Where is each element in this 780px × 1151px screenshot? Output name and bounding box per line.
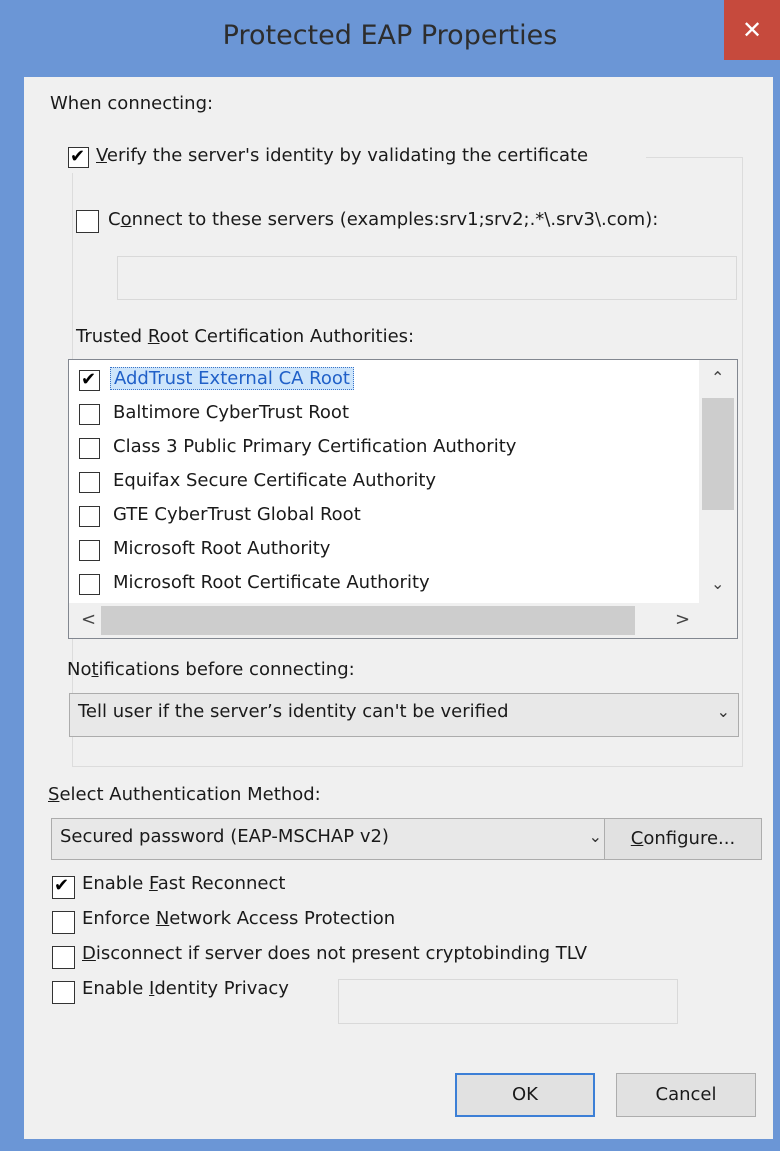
- enforce-nap-option[interactable]: Enforce Network Access Protection: [52, 908, 652, 938]
- vertical-scrollbar[interactable]: ⌃ ⌄: [699, 360, 737, 603]
- configure-button[interactable]: Configure...: [604, 818, 762, 860]
- scroll-down-icon[interactable]: ⌄: [711, 576, 724, 592]
- authority-checkbox[interactable]: [79, 369, 100, 391]
- authority-name: Equifax Secure Certificate Authority: [113, 470, 437, 491]
- close-button[interactable]: ✕: [724, 0, 780, 60]
- fast-reconnect-checkbox[interactable]: [52, 875, 75, 899]
- auth-method-dropdown-value: Secured password (EAP-MSCHAP v2): [60, 826, 389, 847]
- enforce-nap-label: Enforce Network Access Protection: [82, 908, 396, 929]
- notifications-label: Notifications before connecting:: [67, 659, 355, 680]
- chevron-down-icon: ⌄: [588, 827, 602, 846]
- connect-servers-label: Connect to these servers (examples:srv1;…: [108, 209, 659, 230]
- identity-privacy-checkbox[interactable]: [52, 981, 75, 1004]
- notifications-dropdown-value: Tell user if the server’s identity can't…: [78, 701, 509, 722]
- dialog-window: Protected EAP Properties ✕ When connecti…: [0, 0, 780, 1151]
- authority-checkbox[interactable]: [79, 506, 100, 527]
- authority-checkbox[interactable]: [79, 438, 100, 459]
- notifications-dropdown[interactable]: Tell user if the server’s identity can't…: [69, 693, 739, 737]
- verify-server-checkbox[interactable]: [68, 146, 89, 168]
- auth-method-dropdown[interactable]: Secured password (EAP-MSCHAP v2) ⌄: [51, 818, 611, 860]
- disconnect-cryptobinding-checkbox[interactable]: [52, 946, 75, 969]
- authority-checkbox[interactable]: [79, 540, 100, 561]
- verify-server-option[interactable]: Verify the server's identity by validati…: [66, 143, 646, 173]
- cancel-button[interactable]: Cancel: [616, 1073, 756, 1117]
- dialog-title: Protected EAP Properties: [222, 20, 558, 51]
- authority-checkbox[interactable]: [79, 574, 100, 595]
- title-bar: Protected EAP Properties ✕: [0, 0, 780, 77]
- when-connecting-heading: When connecting:: [50, 93, 214, 114]
- identity-privacy-input[interactable]: [338, 979, 678, 1024]
- scroll-left-icon[interactable]: <: [81, 611, 96, 629]
- enforce-nap-checkbox[interactable]: [52, 911, 75, 934]
- scroll-right-icon[interactable]: >: [675, 611, 690, 629]
- fast-reconnect-option[interactable]: Enable Fast Reconnect: [52, 873, 652, 903]
- identity-privacy-label: Enable Identity Privacy: [82, 978, 289, 999]
- servers-input[interactable]: [117, 256, 737, 300]
- authority-checkbox[interactable]: [79, 472, 100, 493]
- vertical-scroll-thumb[interactable]: [702, 398, 734, 510]
- dialog-body: When connecting: Verify the server's ide…: [24, 77, 773, 1139]
- chevron-down-icon: ⌄: [716, 702, 730, 721]
- scroll-up-icon[interactable]: ⌃: [711, 370, 724, 386]
- disconnect-cryptobinding-label: Disconnect if server does not present cr…: [82, 943, 588, 964]
- authority-name: Microsoft Root Certificate Authority: [113, 572, 430, 593]
- trusted-root-label: Trusted Root Certification Authorities:: [76, 326, 415, 347]
- authority-name: Class 3 Public Primary Certification Aut…: [113, 436, 517, 457]
- horizontal-scroll-thumb[interactable]: [101, 606, 635, 635]
- authority-name: AddTrust External CA Root: [110, 367, 354, 390]
- fast-reconnect-label: Enable Fast Reconnect: [82, 873, 286, 894]
- trusted-authorities-list[interactable]: AddTrust External CA Root Baltimore Cyber…: [68, 359, 738, 639]
- connect-servers-option[interactable]: Connect to these servers (examples:srv1;…: [76, 205, 736, 235]
- disconnect-cryptobinding-option[interactable]: Disconnect if server does not present cr…: [52, 943, 652, 973]
- authority-name: GTE CyberTrust Global Root: [113, 504, 361, 525]
- connect-servers-checkbox[interactable]: [76, 210, 99, 233]
- auth-method-label: Select Authentication Method:: [48, 784, 321, 805]
- verify-server-label: Verify the server's identity by validati…: [96, 145, 589, 166]
- authority-checkbox[interactable]: [79, 404, 100, 425]
- authority-name: Microsoft Root Authority: [113, 538, 331, 559]
- ok-button[interactable]: OK: [455, 1073, 595, 1117]
- authority-name: Baltimore CyberTrust Root: [113, 402, 350, 423]
- horizontal-scrollbar[interactable]: < >: [69, 603, 699, 638]
- close-icon: ✕: [741, 16, 763, 44]
- scrollbar-corner: [699, 603, 737, 638]
